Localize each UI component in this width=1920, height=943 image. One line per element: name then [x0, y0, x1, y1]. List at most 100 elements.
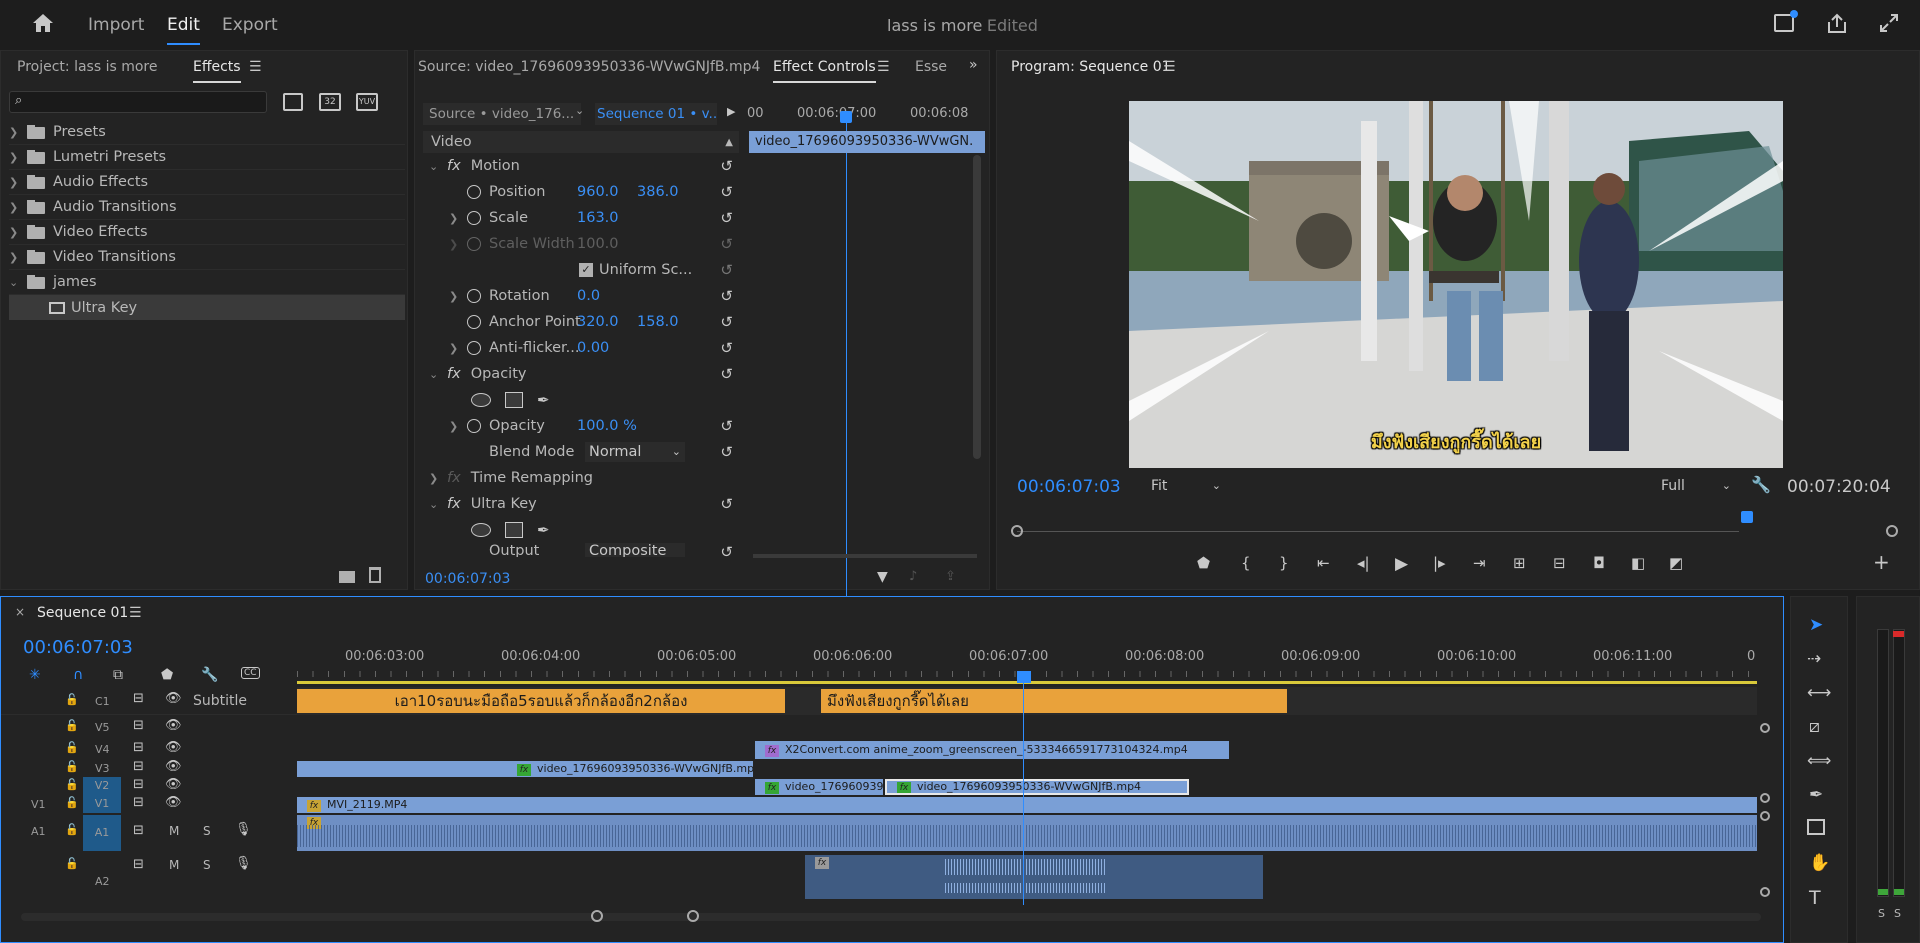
extract-icon[interactable]: ⊟ [1553, 554, 1566, 572]
captions-icon[interactable]: CC [241, 667, 260, 679]
export-frame-icon[interactable]: ◘ [1593, 554, 1605, 572]
sync-lock-icon[interactable]: ⊟ [133, 691, 144, 706]
ec-scrollbar[interactable] [973, 155, 981, 459]
source-patch-label[interactable]: A1 [31, 825, 46, 838]
tab-effects[interactable]: Effects [193, 59, 241, 83]
rectangle-mask-icon[interactable] [505, 522, 523, 538]
chevron-right-icon[interactable]: ❯ [449, 420, 459, 433]
chevron-right-icon[interactable]: ❯ [9, 201, 19, 214]
time-remapping-row[interactable]: ❯ fx Time Remapping [423, 465, 739, 491]
yuv-effects-icon[interactable]: YUV [356, 93, 378, 111]
panel-menu-icon[interactable]: ☰ [1163, 59, 1176, 75]
pen-mask-icon[interactable]: ✒ [537, 521, 550, 539]
chevron-right-icon[interactable]: ❯ [429, 472, 439, 485]
solo-right-button[interactable]: S [1894, 907, 1901, 920]
uniform-scale-checkbox[interactable]: ✓ [579, 263, 593, 277]
go-to-in-icon[interactable]: ⇤ [1317, 554, 1330, 572]
stopwatch-icon[interactable] [467, 289, 481, 303]
chevron-down-icon[interactable]: ⌄ [429, 368, 439, 381]
sync-lock-icon[interactable]: ⊟ [133, 795, 144, 810]
add-marker-icon[interactable]: ⬟ [1197, 554, 1210, 572]
step-forward-icon[interactable]: |▸ [1433, 554, 1446, 572]
opacity-value[interactable]: 100.0 % [577, 418, 637, 434]
mark-in-icon[interactable]: { [1241, 554, 1251, 572]
stopwatch-icon[interactable] [467, 341, 481, 355]
tree-item-video-effects[interactable]: ❯ Video Effects [9, 220, 405, 245]
mute-button[interactable]: M [169, 824, 179, 838]
filter-icon[interactable]: ▼ [877, 569, 888, 585]
settings-wrench-icon[interactable]: 🔧 [1751, 475, 1771, 494]
clip-v2-b[interactable]: fx video_17696093950336-WVwGNJfB.mp4 [885, 779, 1189, 795]
program-scrub-bar[interactable] [1017, 531, 1739, 532]
fit-select[interactable]: Fit ⌄ [1145, 475, 1227, 497]
eye-icon[interactable]: 👁 [165, 740, 182, 755]
hand-tool-icon[interactable]: ✋ [1809, 853, 1830, 873]
eye-icon[interactable]: 👁 [165, 777, 182, 792]
chevron-down-icon[interactable]: ⌄ [575, 104, 584, 117]
lock-icon[interactable]: 🔓 [65, 796, 79, 809]
tree-item-audio-effects[interactable]: ❯ Audio Effects [9, 170, 405, 195]
tab-source[interactable]: Source: video_17696093950336-WVwGNJfB.mp… [418, 59, 760, 75]
comparison-view-icon[interactable]: ◧ [1631, 554, 1645, 572]
rectangle-tool-icon[interactable] [1807, 819, 1825, 835]
lock-icon[interactable]: 🔓 [65, 823, 79, 836]
mute-button[interactable]: M [169, 858, 179, 872]
slip-tool-icon[interactable]: ⟺ [1807, 751, 1831, 771]
ec-timecode[interactable]: 00:06:07:03 [425, 571, 510, 587]
chevron-down-icon[interactable]: ⌄ [429, 160, 439, 173]
program-video-frame[interactable]: มึงฟังเสียงกูกรี๊ดได้เลย [1129, 101, 1783, 468]
add-marker-icon[interactable]: ⬟ [161, 667, 173, 683]
program-scrub-start[interactable] [1011, 525, 1023, 537]
share-icon[interactable] [1826, 12, 1848, 34]
reset-icon[interactable]: ↺ [720, 443, 733, 461]
pen-mask-icon[interactable]: ✒ [537, 391, 550, 409]
chevron-down-icon[interactable]: ⌄ [429, 498, 439, 511]
source-dropdown[interactable]: Source • video_176... [423, 103, 581, 125]
tree-item-ultra-key[interactable]: Ultra Key [9, 295, 405, 320]
eye-icon[interactable]: 👁 [165, 795, 182, 810]
timeline-timecode[interactable]: 00:06:07:03 [23, 637, 133, 658]
lift-icon[interactable]: ⊞ [1513, 554, 1526, 572]
import-tab[interactable]: Import [88, 15, 144, 35]
chevron-right-icon[interactable]: ❯ [449, 290, 459, 303]
chevron-right-icon[interactable]: ❯ [449, 342, 459, 355]
tab-effect-controls[interactable]: Effect Controls [773, 59, 876, 83]
play-clip-icon[interactable]: ▶ [727, 105, 735, 118]
chevron-right-icon[interactable]: ❯ [9, 151, 19, 164]
lock-icon[interactable]: 🔓 [65, 778, 79, 791]
sync-lock-icon[interactable]: ⊟ [133, 857, 144, 872]
program-scrub-end[interactable] [1886, 525, 1898, 537]
lock-icon[interactable]: 🔓 [65, 741, 79, 754]
vr-video-icon[interactable]: ◩ [1669, 554, 1683, 572]
anchor-x-value[interactable]: 320.0 [577, 314, 637, 330]
solo-left-button[interactable]: S [1878, 907, 1885, 920]
solo-button[interactable]: S [203, 858, 211, 872]
timeline-playhead-marker[interactable] [1017, 671, 1031, 683]
play-icon[interactable]: ▶ [1395, 554, 1408, 574]
eye-icon[interactable]: 👁 [165, 759, 182, 774]
stopwatch-icon[interactable] [467, 315, 481, 329]
output-select[interactable]: Composite [585, 543, 685, 557]
pen-tool-icon[interactable]: ✒ [1809, 785, 1823, 805]
clip-v4[interactable]: fx X2Convert.com anime_zoom_greenscreen_-… [755, 741, 1229, 759]
sync-lock-icon[interactable]: ⊟ [133, 777, 144, 792]
rotation-value[interactable]: 0.0 [577, 288, 600, 304]
voiceover-mic-icon[interactable]: 🎙 [235, 822, 252, 837]
sync-lock-icon[interactable]: ⊟ [133, 823, 144, 838]
eye-icon[interactable]: 👁 [165, 718, 182, 733]
scale-value[interactable]: 163.0 [577, 210, 619, 226]
stopwatch-icon[interactable] [467, 211, 481, 225]
reset-icon[interactable]: ↺ [720, 495, 733, 513]
panel-menu-icon[interactable]: ☰ [129, 605, 142, 621]
selection-tool-icon[interactable]: ➤ [1809, 615, 1823, 635]
ellipse-mask-icon[interactable] [471, 393, 491, 407]
lock-icon[interactable]: 🔓 [65, 693, 79, 706]
razor-tool-icon[interactable]: ⧄ [1809, 717, 1820, 737]
rectangle-mask-icon[interactable] [505, 392, 523, 408]
reset-icon[interactable]: ↺ [720, 313, 733, 331]
32bit-effects-icon[interactable]: 32 [319, 93, 341, 111]
eye-icon[interactable]: 👁 [165, 691, 182, 706]
type-tool-icon[interactable]: T [1809, 887, 1821, 909]
sequence-dropdown[interactable]: Sequence 01 • v... [595, 103, 717, 125]
ultra-key-row[interactable]: ⌄ fx Ultra Key ↺ [423, 491, 739, 517]
